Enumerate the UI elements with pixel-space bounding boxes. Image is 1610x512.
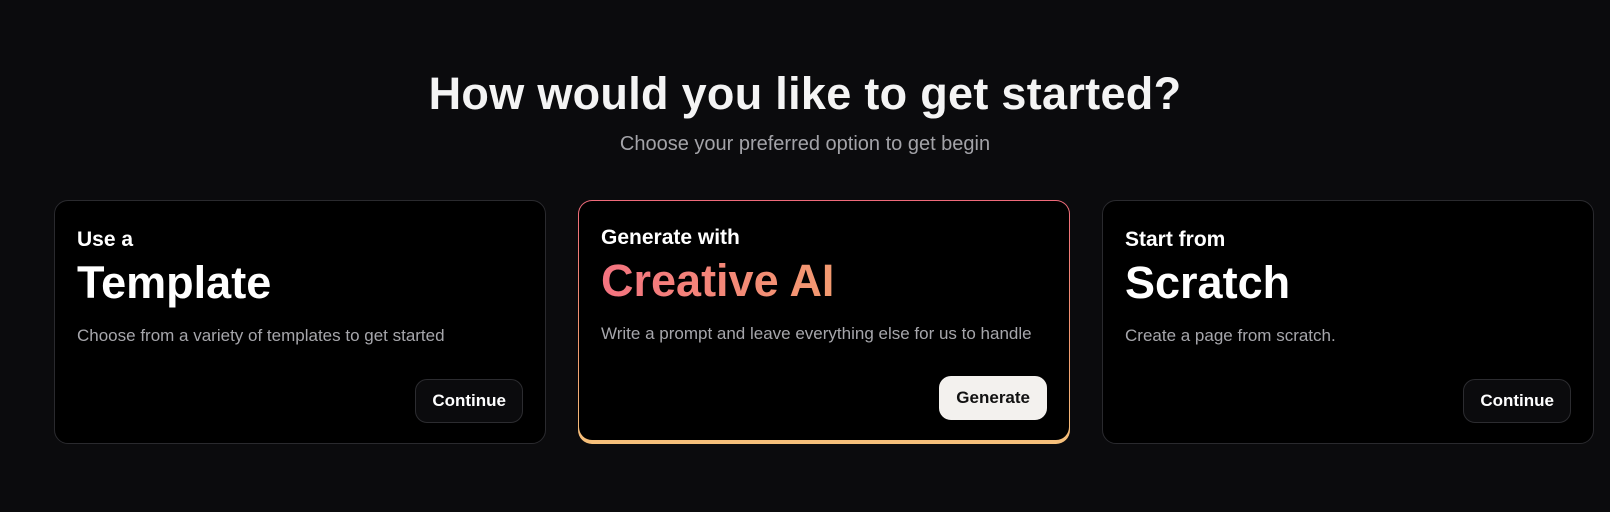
option-title: Creative AI	[601, 253, 834, 309]
option-description: Create a page from scratch.	[1125, 326, 1336, 345]
scratch-option-card[interactable]: Start from Scratch Create a page from sc…	[1102, 200, 1594, 444]
option-title: Template	[77, 257, 272, 308]
get-started-page: How would you like to get started? Choos…	[0, 0, 1610, 512]
scratch-continue-button[interactable]: Continue	[1463, 379, 1571, 423]
card-inner: Generate with Creative AI Write a prompt…	[579, 201, 1069, 440]
option-kicker: Start from	[1125, 228, 1226, 251]
page-title: How would you like to get started?	[428, 68, 1182, 119]
option-kicker: Use a	[77, 228, 134, 251]
creative-ai-option-card[interactable]: Generate with Creative AI Write a prompt…	[578, 200, 1070, 444]
option-kicker: Generate with	[601, 226, 740, 249]
template-option-card[interactable]: Use a Template Choose from a variety of …	[54, 200, 546, 444]
option-description: Write a prompt and leave everything else…	[601, 324, 1032, 343]
option-description: Choose from a variety of templates to ge…	[77, 326, 445, 345]
page-subtitle: Choose your preferred option to get begi…	[619, 133, 991, 155]
template-continue-button[interactable]: Continue	[415, 379, 523, 423]
option-title: Scratch	[1125, 257, 1291, 308]
generate-button[interactable]: Generate	[939, 376, 1047, 420]
